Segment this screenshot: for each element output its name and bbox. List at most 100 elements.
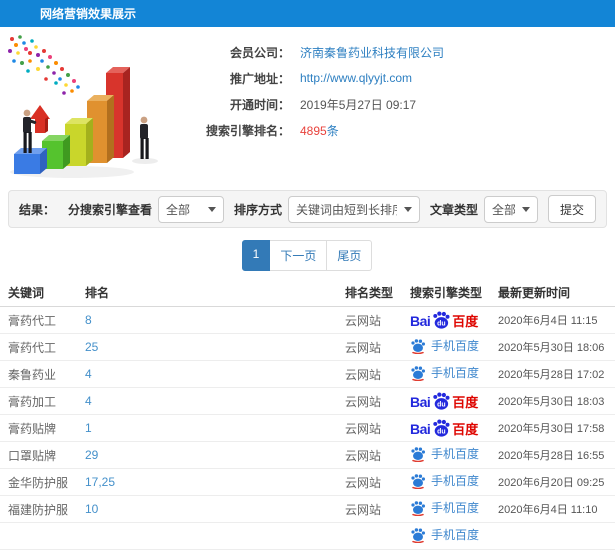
keyword-cell[interactable]: 膏药代工 <box>8 312 85 329</box>
keyword-cell[interactable]: 福建防护服 <box>8 501 85 518</box>
rank-type-cell: 云网站 <box>345 475 382 490</box>
rank-type-cell: 云网站 <box>345 448 382 463</box>
keyword-cell[interactable]: 金华防护服 <box>8 474 85 491</box>
engine-cell: Bai du 百度 <box>410 311 498 329</box>
rank-type-cell: 云网站 <box>345 502 382 517</box>
update-time-cell: 2020年5月30日 18:06 <box>498 342 605 354</box>
update-time-cell: 2020年5月30日 17:58 <box>498 423 605 435</box>
baidu-mobile-logo: 手机百度 <box>410 445 479 462</box>
baidu-mobile-logo: 手机百度 <box>410 472 479 489</box>
info-row-open-time: 开通时间： 2019年5月27日 09:17 <box>186 91 444 117</box>
update-time-cell: 2020年5月28日 17:02 <box>498 369 605 381</box>
table-row: 口罩贴牌 29 云网站 手机百度 2020年5月28日 16:55 <box>0 442 615 469</box>
table-row: 金华防护服 17,25 云网站 手机百度 2020年6月20日 09:25 <box>0 469 615 496</box>
company-link[interactable]: 济南秦鲁药业科技有限公司 <box>300 44 444 61</box>
filter-panel: 结果： 分搜索引擎查看 全部 排序方式 关键词由短到长排序 文章类型 全部 提交 <box>8 190 607 228</box>
engine-rank-unit: 条 <box>326 123 339 138</box>
col-engine-type: 搜索引擎类型 <box>410 286 483 300</box>
keyword-cell[interactable]: 膏药代工 <box>8 339 85 356</box>
baidu-mobile-logo: 手机百度 <box>410 364 479 381</box>
baidu-pc-logo: Bai du 百度 <box>410 419 479 437</box>
rank-type-cell: 云网站 <box>345 367 382 382</box>
promo-url-link[interactable]: http://www.qlyyjt.com <box>300 71 412 85</box>
engine-cell: 手机百度 <box>410 526 498 546</box>
table-body: 膏药代工 8 云网站 Bai du 百度 2020年6月4日 11:15 膏药代… <box>0 307 615 550</box>
next-page-button[interactable]: 下一页 <box>269 240 328 271</box>
results-table: 关键词 排名 排名类型 搜索引擎类型 最新更新时间 膏药代工 8 云网站 Bai… <box>0 279 615 550</box>
keyword-cell[interactable]: 膏药加工 <box>8 393 85 410</box>
businessman-right <box>140 116 149 159</box>
table-row: 福建防护服 10 云网站 手机百度 2020年6月4日 11:10 <box>0 496 615 523</box>
table-row: 膏药代工 25 云网站 手机百度 2020年5月30日 18:06 <box>0 334 615 361</box>
baidu-paw-icon: du <box>433 419 450 437</box>
info-row-engine-rank: 搜索引擎排名： 4895条 <box>186 117 444 143</box>
rank-type-cell: 云网站 <box>345 394 382 409</box>
title-bar: 网络营销效果展示 <box>0 0 615 27</box>
mobile-baidu-paw-icon <box>411 338 425 354</box>
rank-cell[interactable]: 10 <box>85 502 345 516</box>
rank-cell[interactable]: 4 <box>85 394 345 408</box>
col-rank: 排名 <box>85 286 110 300</box>
sort-select[interactable]: 关键词由短到长排序 <box>287 195 420 223</box>
rank-type-cell: 云网站 <box>345 421 382 436</box>
info-row-company: 会员公司： 济南秦鲁药业科技有限公司 <box>186 39 444 65</box>
chevron-down-icon <box>207 206 216 212</box>
keyword-cell[interactable]: 膏药贴牌 <box>8 420 85 437</box>
table-row: 膏药代工 8 云网站 Bai du 百度 2020年6月4日 11:15 <box>0 307 615 334</box>
table-row: 手机百度 <box>0 523 615 550</box>
mobile-baidu-paw-icon <box>411 446 425 462</box>
promo-url-label: 推广地址： <box>229 71 290 86</box>
col-keyword: 关键词 <box>8 286 45 300</box>
rank-cell[interactable]: 4 <box>85 367 345 381</box>
filter-controls: 分搜索引擎查看 全部 排序方式 关键词由短到长排序 文章类型 全部 提交 <box>58 195 596 223</box>
mobile-baidu-paw-icon <box>411 527 425 543</box>
rank-cell[interactable]: 25 <box>85 340 345 354</box>
confetti-dots <box>8 35 80 95</box>
sort-label: 排序方式 <box>233 202 282 217</box>
engine-rank-value: 4895条 <box>300 122 339 139</box>
pagination: 1 下一页 尾页 <box>0 240 615 271</box>
mobile-baidu-paw-icon <box>411 500 425 516</box>
mobile-baidu-paw-icon <box>411 473 425 489</box>
company-label: 会员公司： <box>229 45 290 60</box>
open-time-label: 开通时间： <box>229 97 290 112</box>
keyword-cell[interactable]: 秦鲁药业 <box>8 366 85 383</box>
info-section: 会员公司： 济南秦鲁药业科技有限公司 推广地址： http://www.qlyy… <box>0 27 615 190</box>
rank-cell[interactable]: 1 <box>85 421 345 435</box>
keyword-cell[interactable]: 口罩贴牌 <box>8 447 85 464</box>
engine-cell: 手机百度 <box>410 364 498 384</box>
rank-type-cell: 云网站 <box>345 340 382 355</box>
svg-text:du: du <box>437 428 445 435</box>
baidu-paw-icon: du <box>433 311 450 329</box>
mobile-baidu-paw-icon <box>411 365 425 381</box>
update-time-cell: 2020年6月20日 09:25 <box>498 477 605 489</box>
last-page-button[interactable]: 尾页 <box>326 240 373 271</box>
engine-cell: 手机百度 <box>410 499 498 519</box>
engine-cell: Bai du 百度 <box>410 392 498 410</box>
article-type-select[interactable]: 全部 <box>483 195 538 223</box>
up-arrow <box>30 105 50 133</box>
submit-button[interactable]: 提交 <box>547 195 596 223</box>
page-title: 网络营销效果展示 <box>40 7 137 21</box>
baidu-pc-logo: Bai du 百度 <box>410 311 479 329</box>
update-time-cell: 2020年5月30日 18:03 <box>498 396 605 408</box>
page-1-button[interactable]: 1 <box>241 240 271 271</box>
table-row: 膏药贴牌 1 云网站 Bai du 百度 2020年5月30日 17:58 <box>0 415 615 442</box>
baidu-pc-logo: Bai du 百度 <box>410 392 479 410</box>
info-row-url: 推广地址： http://www.qlyyjt.com <box>186 65 444 91</box>
engine-cell: 手机百度 <box>410 472 498 492</box>
engine-filter-select[interactable]: 全部 <box>157 195 224 223</box>
col-rank-type: 排名类型 <box>345 286 394 300</box>
update-time-cell: 2020年6月4日 11:15 <box>498 315 598 327</box>
article-type-value: 全部 <box>491 202 515 217</box>
open-time-value: 2019年5月27日 09:17 <box>300 97 417 112</box>
rank-cell[interactable]: 17,25 <box>85 475 345 489</box>
rank-cell[interactable]: 29 <box>85 448 345 462</box>
rank-cell[interactable]: 8 <box>85 313 345 327</box>
result-label: 结果： <box>19 202 56 217</box>
baidu-mobile-logo: 手机百度 <box>410 337 479 354</box>
engine-cell: Bai du 百度 <box>410 419 498 437</box>
table-header: 关键词 排名 排名类型 搜索引擎类型 最新更新时间 <box>0 279 615 307</box>
engine-filter-label: 分搜索引擎查看 <box>67 202 152 217</box>
chevron-down-icon <box>403 206 412 212</box>
